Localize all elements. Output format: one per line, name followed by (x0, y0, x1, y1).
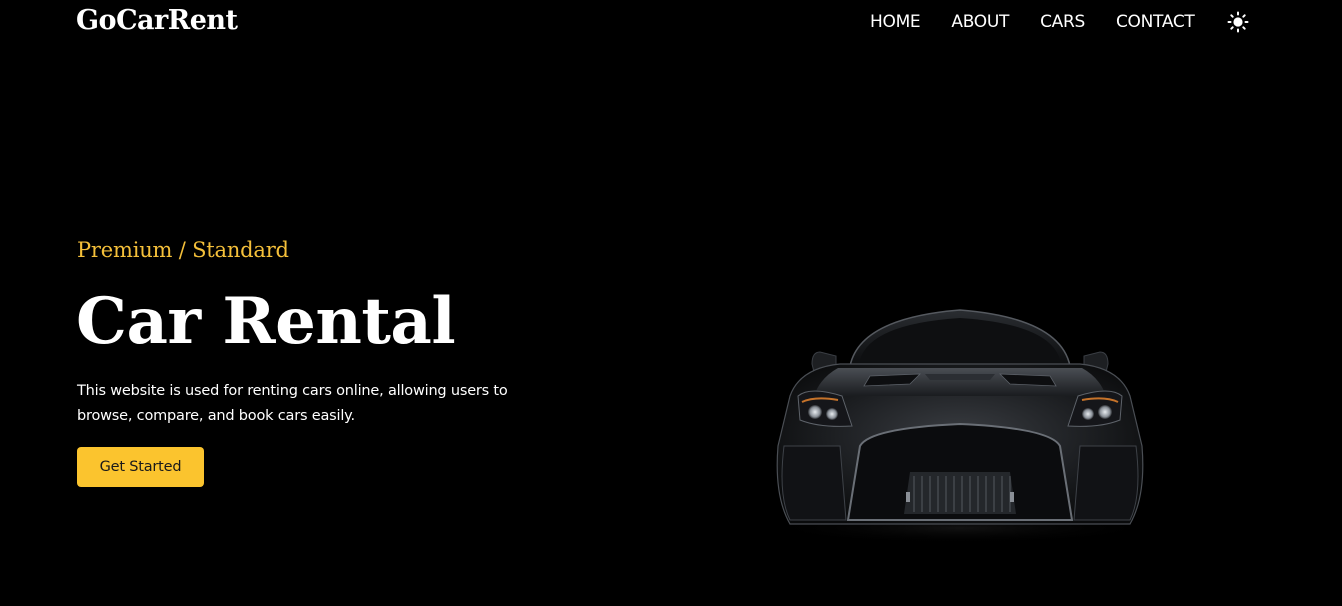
nav-link-contact[interactable]: CONTACT (1116, 10, 1195, 34)
get-started-button[interactable]: Get Started (77, 447, 204, 487)
sun-icon[interactable] (1227, 11, 1249, 33)
sports-car-image (760, 296, 1170, 546)
hero-subtitle: Premium / Standard (77, 238, 289, 262)
site-header: GoCarRent HOME ABOUT CARS CONTACT (0, 0, 1342, 44)
hero-title: Car Rental (76, 284, 456, 359)
site-logo[interactable]: GoCarRent (76, 3, 238, 39)
nav-link-cars[interactable]: CARS (1040, 10, 1085, 34)
nav-link-home[interactable]: HOME (870, 10, 921, 34)
main-nav: HOME ABOUT CARS CONTACT (870, 10, 1249, 34)
hero-description: This website is used for renting cars on… (77, 383, 508, 424)
nav-link-about[interactable]: ABOUT (951, 10, 1009, 34)
